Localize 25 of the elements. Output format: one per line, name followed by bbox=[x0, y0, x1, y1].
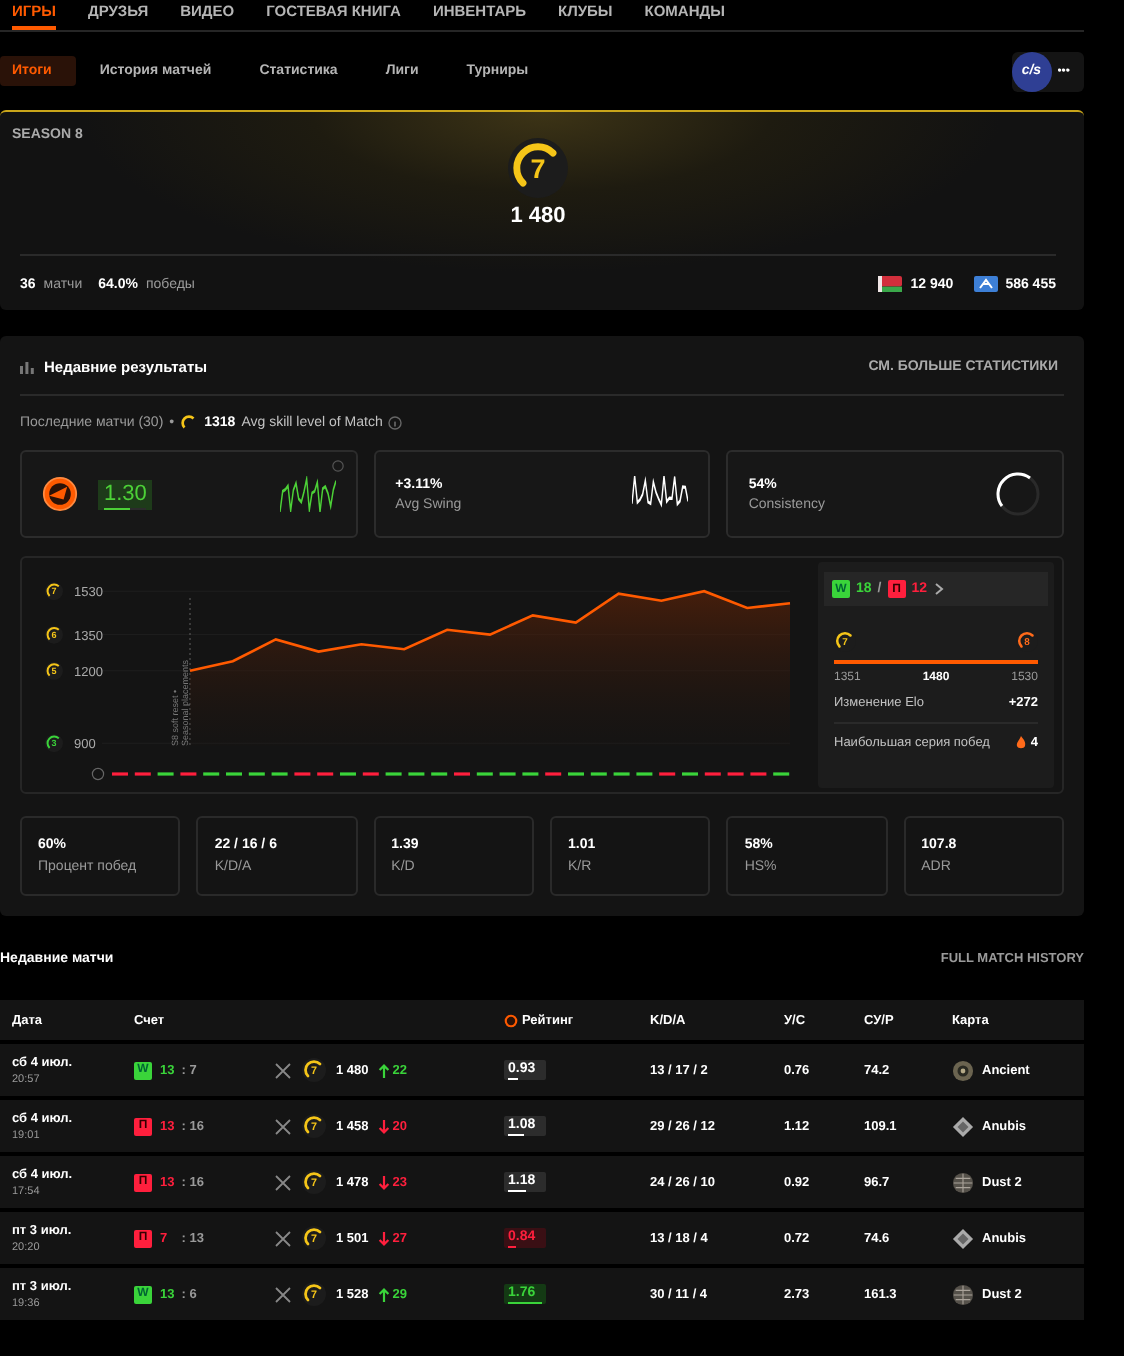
flag-icon bbox=[878, 276, 903, 292]
arrow-icon bbox=[378, 1231, 391, 1245]
sparkline bbox=[632, 476, 689, 512]
skill-gauge-icon bbox=[180, 414, 199, 432]
globe-icon bbox=[952, 1283, 974, 1305]
medallion-icon bbox=[952, 1059, 974, 1081]
arrow-icon bbox=[378, 1119, 391, 1133]
info-icon[interactable] bbox=[331, 460, 344, 472]
sparkline bbox=[279, 476, 336, 512]
skill-level-badge: 7 bbox=[508, 138, 568, 198]
arrow-icon bbox=[378, 1063, 391, 1077]
info-icon[interactable] bbox=[91, 767, 105, 781]
arrow-icon bbox=[378, 1175, 391, 1189]
globe-icon bbox=[952, 1171, 974, 1193]
rating-value: 1.30 bbox=[98, 479, 153, 509]
consistency-ring-icon bbox=[994, 470, 1043, 518]
elo-value: 1 480 bbox=[510, 204, 566, 228]
info-icon[interactable] bbox=[388, 416, 403, 430]
bar-chart-icon bbox=[20, 359, 34, 373]
rating-icon bbox=[42, 476, 78, 512]
diamond-icon bbox=[952, 1227, 974, 1249]
fire-icon bbox=[1016, 736, 1027, 750]
arrow-icon bbox=[378, 1287, 391, 1301]
chevron-right-icon bbox=[933, 582, 944, 596]
diamond-icon bbox=[952, 1115, 974, 1137]
